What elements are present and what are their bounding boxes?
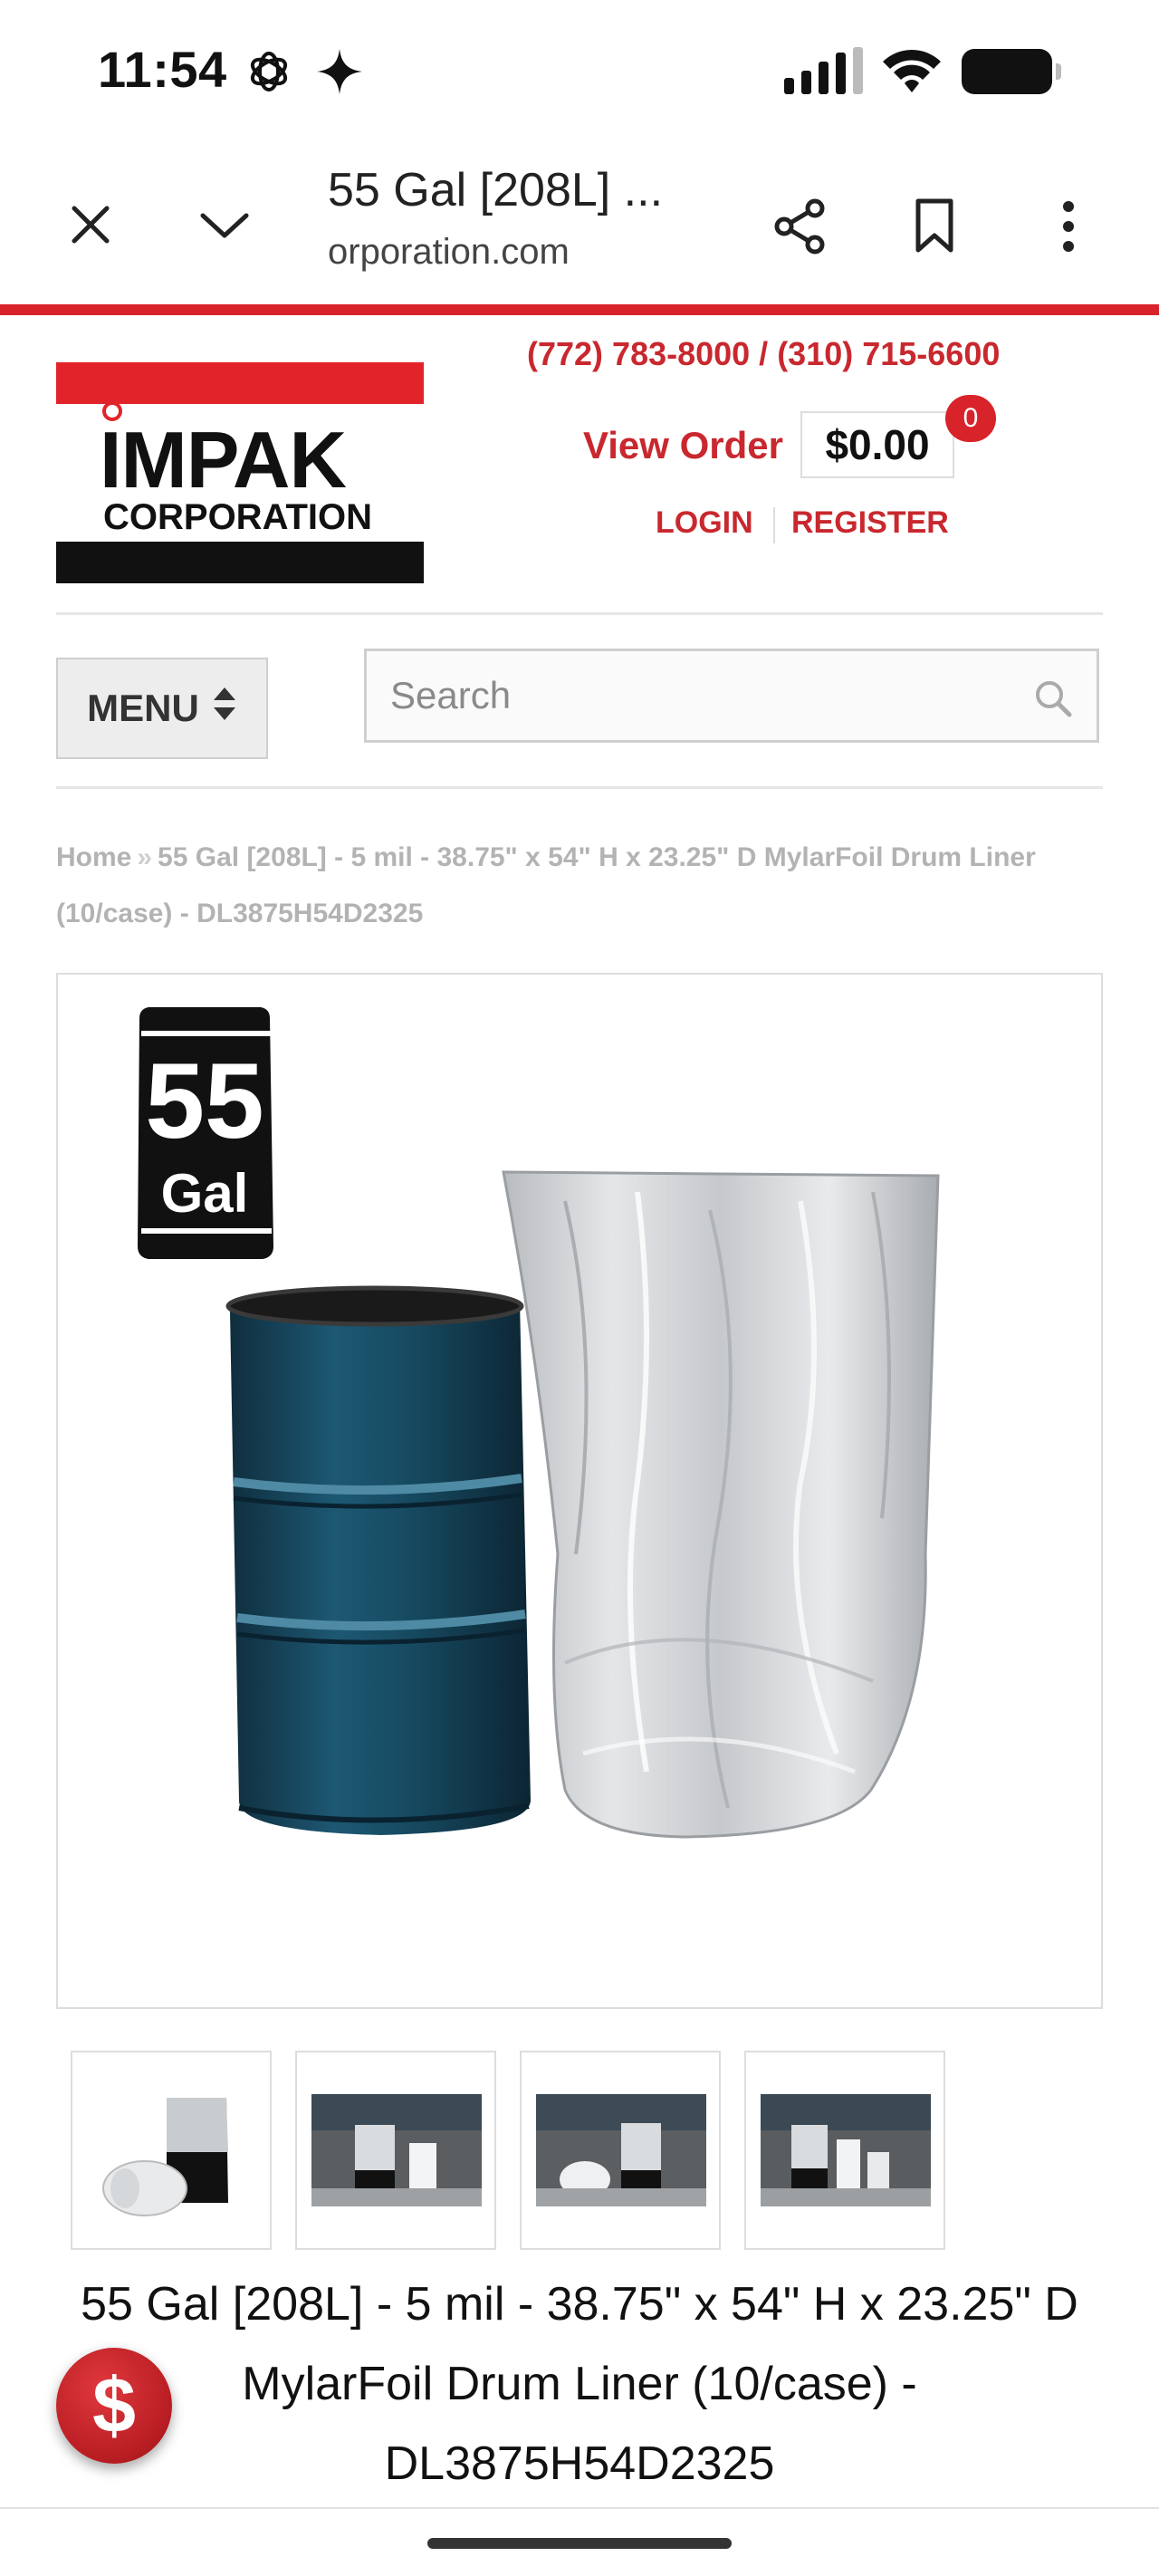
- logo-subtitle: CORPORATION: [103, 497, 372, 537]
- register-link[interactable]: REGISTER: [791, 505, 949, 541]
- breadcrumb-separator: »: [137, 842, 153, 872]
- thumbnail-strip: [71, 2051, 976, 2250]
- battery-icon: [962, 49, 1061, 94]
- sort-arrows-icon: [212, 686, 237, 731]
- search-input[interactable]: [390, 651, 1006, 740]
- steel-drum-image: [225, 1285, 531, 1835]
- tab-title[interactable]: 55 Gal [208L] ...: [328, 163, 663, 217]
- product-title: 55 Gal [208L] - 5 mil - 38.75" x 54" H x…: [81, 2278, 1078, 2490]
- badge-number: 55: [145, 1042, 263, 1161]
- more-vertical-icon[interactable]: [1032, 190, 1105, 263]
- breadcrumb-home-link[interactable]: Home: [56, 842, 131, 872]
- header-divider-line: [56, 612, 1103, 615]
- wifi-icon: [880, 45, 943, 101]
- login-link[interactable]: LOGIN: [656, 505, 753, 541]
- sparkle-icon: [315, 47, 364, 101]
- nav-divider-line: [56, 786, 1103, 789]
- product-thumbnail-2[interactable]: [295, 2051, 496, 2250]
- close-icon[interactable]: [56, 190, 125, 259]
- product-thumbnail-3[interactable]: [520, 2051, 721, 2250]
- bookmark-icon[interactable]: [898, 190, 971, 263]
- bottom-divider: [0, 2507, 1159, 2509]
- cart-total-button[interactable]: $0.00: [800, 411, 954, 478]
- status-bar: 11:54: [0, 0, 1159, 145]
- menu-button[interactable]: MENU: [56, 658, 268, 759]
- product-thumbnail-1[interactable]: [71, 2051, 272, 2250]
- impak-logo[interactable]: IMPAK CORPORATION: [56, 362, 424, 583]
- home-indicator[interactable]: [427, 2538, 732, 2549]
- product-main-image[interactable]: 55 Gal: [56, 973, 1103, 2009]
- logo-wordmark: IMPAK: [100, 415, 346, 505]
- menu-label: MENU: [87, 687, 199, 729]
- cart-count-badge: 0: [945, 395, 996, 442]
- browser-toolbar: 55 Gal [208L] ... orporation.com: [0, 145, 1159, 304]
- ai-assistant-icon: [244, 47, 293, 101]
- dollar-icon: $: [92, 2361, 136, 2449]
- badge-unit: Gal: [161, 1163, 249, 1224]
- status-time: 11:54: [98, 41, 227, 98]
- breadcrumb-current: 55 Gal [208L] - 5 mil - 38.75" x 54" H x…: [56, 842, 1036, 928]
- chevron-down-icon[interactable]: [190, 190, 259, 259]
- capacity-badge: 55 Gal: [138, 1007, 273, 1259]
- search-box: [364, 649, 1099, 743]
- product-thumbnail-4[interactable]: [744, 2051, 945, 2250]
- search-icon[interactable]: [1033, 678, 1073, 723]
- cellular-signal-icon: [784, 47, 863, 94]
- view-order-link[interactable]: View Order: [583, 424, 783, 467]
- tab-url[interactable]: orporation.com: [328, 232, 570, 273]
- phone-numbers[interactable]: (772) 783-8000 / (310) 715-6600: [527, 335, 1000, 373]
- dollar-fab-button[interactable]: $: [56, 2348, 172, 2464]
- mylar-foil-liner-image: [502, 1170, 940, 1839]
- accent-rule: [0, 304, 1159, 315]
- breadcrumb: Home» 55 Gal [208L] - 5 mil - 38.75" x 54…: [56, 830, 1103, 942]
- header-divider: [773, 507, 775, 543]
- share-icon[interactable]: [764, 190, 837, 263]
